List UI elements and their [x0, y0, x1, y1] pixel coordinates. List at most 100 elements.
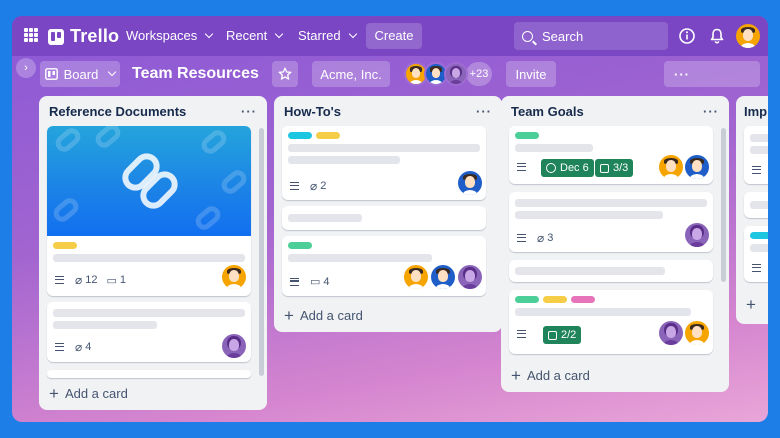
card-badges: ▭ 4 — [290, 275, 330, 288]
comment-count: 1 — [119, 274, 127, 286]
card-member-avatar[interactable] — [458, 265, 482, 289]
chevron-down-icon — [108, 67, 117, 77]
workspace-button[interactable]: Acme, Inc. — [312, 61, 390, 87]
card[interactable] — [744, 192, 768, 218]
card-member-avatar[interactable] — [222, 265, 246, 289]
card-label-yellow[interactable] — [543, 296, 567, 303]
more-members-count[interactable]: +23 — [466, 62, 492, 86]
list-menu-icon[interactable]: ··· — [241, 104, 257, 119]
list-title[interactable]: Team Goals — [511, 104, 584, 119]
starred-menu[interactable]: Starred — [298, 28, 357, 43]
card-badges: ⌀ 2 — [290, 179, 326, 193]
add-card-button[interactable]: + — [746, 296, 762, 313]
account-avatar[interactable] — [736, 24, 760, 48]
list-header: Team Goals ··· — [501, 96, 729, 126]
add-card-button[interactable]: + Add a card — [49, 384, 128, 403]
card-member-avatar[interactable] — [659, 321, 683, 345]
card-title-placeholder — [288, 214, 362, 222]
checklist-icon — [548, 330, 557, 340]
clock-icon — [546, 163, 556, 173]
list-title[interactable]: Reference Documents — [49, 104, 186, 119]
card-member-avatar[interactable] — [431, 265, 455, 289]
list-title[interactable]: How-To's — [284, 104, 341, 119]
add-card-button[interactable]: + Add a card — [284, 307, 363, 324]
chevron-down-icon — [348, 29, 357, 38]
description-icon — [55, 343, 64, 351]
card-member-avatar[interactable] — [404, 265, 428, 289]
checklist-icon — [600, 163, 609, 173]
card-label-yellow[interactable] — [53, 242, 77, 249]
card[interactable]: ⌀ 12 ▭ 1 — [47, 126, 251, 296]
invite-button[interactable]: Invite — [506, 61, 556, 87]
card-title-placeholder — [288, 254, 432, 262]
notifications-bell-icon[interactable] — [708, 27, 726, 45]
card[interactable]: ⌀ 2 — [282, 126, 486, 200]
card[interactable]: ▭ 4 — [282, 236, 486, 296]
card-label-cyan[interactable] — [288, 132, 312, 139]
card-title-placeholder — [53, 309, 245, 317]
search-input[interactable]: Search — [514, 22, 668, 50]
card-title-placeholder — [288, 144, 480, 152]
card-member-avatar[interactable] — [685, 321, 709, 345]
card-title-placeholder — [750, 201, 768, 209]
card-label-green[interactable] — [515, 132, 539, 139]
card-title-placeholder — [515, 267, 665, 275]
card-cover-image — [47, 126, 251, 236]
board-view-switcher[interactable]: Board — [40, 61, 120, 87]
card[interactable]: Dec 6 3/3 — [509, 126, 713, 184]
workspaces-menu[interactable]: Workspaces — [126, 28, 214, 43]
star-board-button[interactable] — [272, 61, 298, 87]
card[interactable]: ⌀ 4 — [47, 302, 251, 362]
card-label-pink[interactable] — [571, 296, 595, 303]
attachment-icon: ⌀ — [537, 231, 545, 245]
description-icon — [55, 276, 64, 284]
workspaces-label: Workspaces — [126, 28, 198, 43]
list-scrollbar[interactable] — [721, 128, 726, 282]
card[interactable]: ⌀ 3 — [509, 192, 713, 252]
description-icon — [517, 234, 526, 242]
card-title-placeholder — [515, 144, 593, 152]
card-member-avatar[interactable] — [685, 223, 709, 247]
app-switcher-icon[interactable] — [24, 28, 38, 42]
due-date-badge[interactable]: Dec 6 — [541, 159, 594, 177]
board-title[interactable]: Team Resources — [132, 65, 259, 83]
board-menu-button[interactable]: ··· — [664, 61, 760, 87]
card-label-cyan[interactable] — [750, 232, 768, 239]
comment-icon: ▭ — [310, 276, 321, 288]
recent-menu[interactable]: Recent — [226, 28, 284, 43]
card-member-avatar[interactable] — [659, 155, 683, 179]
expand-sidebar-button[interactable]: › — [16, 58, 36, 78]
member-avatar[interactable] — [444, 62, 468, 86]
card[interactable] — [744, 226, 768, 282]
list-menu-icon[interactable]: ··· — [703, 104, 719, 119]
card-member-avatar[interactable] — [222, 334, 246, 358]
recent-label: Recent — [226, 28, 268, 43]
card[interactable]: 2/2 — [509, 290, 713, 354]
add-card-label: Add a card — [526, 368, 590, 383]
card[interactable] — [282, 206, 486, 230]
list-menu-icon[interactable]: ··· — [476, 104, 492, 119]
card-badges — [517, 163, 537, 171]
list-scrollbar[interactable] — [259, 128, 264, 376]
create-button[interactable]: Create — [366, 23, 422, 49]
list-title[interactable]: Imp — [744, 104, 767, 119]
card-label-yellow[interactable] — [316, 132, 340, 139]
attachment-icon: ⌀ — [310, 179, 318, 193]
card[interactable] — [744, 126, 768, 184]
info-icon[interactable] — [678, 27, 696, 45]
card-label-green[interactable] — [515, 296, 539, 303]
card[interactable] — [47, 370, 251, 378]
attachment-count: 12 — [85, 274, 98, 286]
trello-logo[interactable]: Trello — [48, 26, 119, 47]
plus-icon: + — [49, 384, 59, 403]
card-member-avatar[interactable] — [685, 155, 709, 179]
add-card-button[interactable]: + Add a card — [511, 367, 590, 384]
card[interactable] — [509, 260, 713, 282]
checklist-badge[interactable]: 2/2 — [543, 326, 582, 344]
card-member-avatar[interactable] — [458, 171, 482, 195]
due-date: Dec 6 — [560, 162, 589, 174]
checklist-badge[interactable]: 3/3 — [595, 159, 634, 177]
card-title-placeholder — [515, 308, 691, 316]
card-label-green[interactable] — [288, 242, 312, 249]
attachment-count: 2 — [320, 180, 327, 192]
